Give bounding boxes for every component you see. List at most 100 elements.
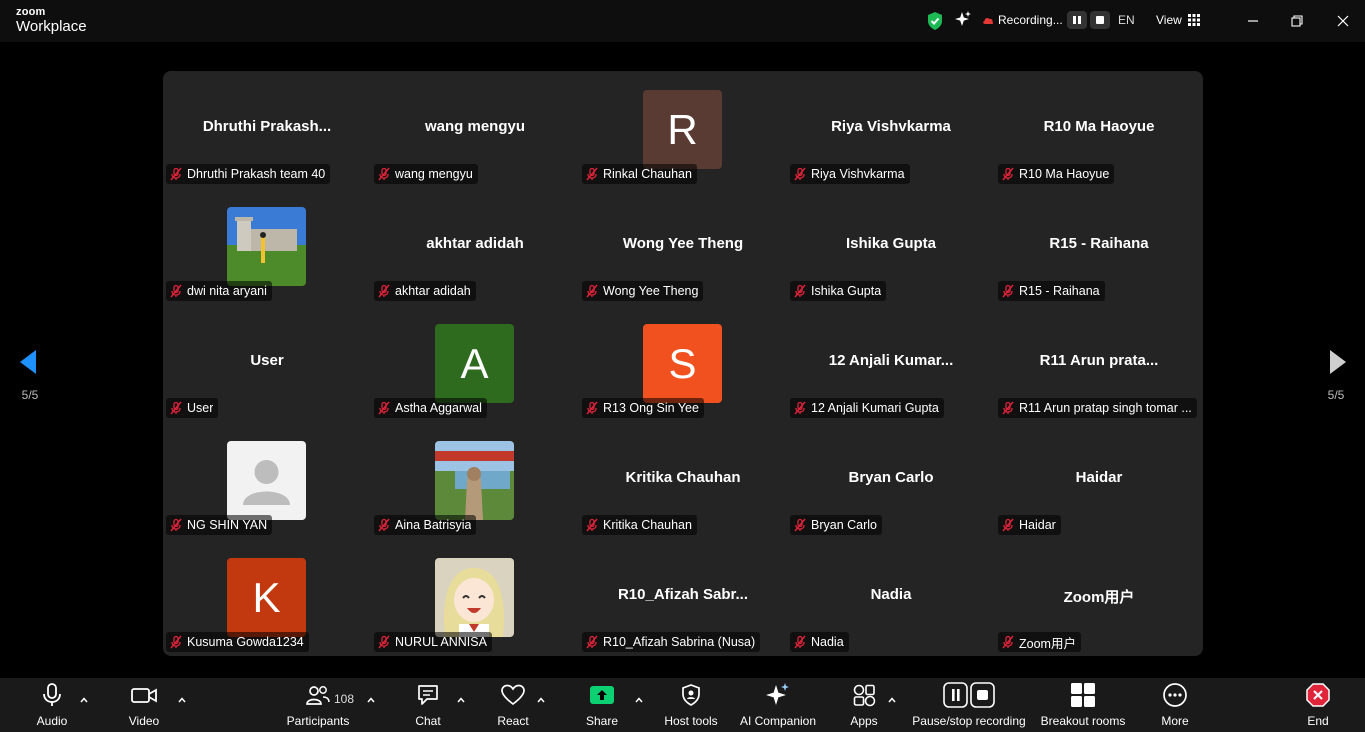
chat-options-chevron-icon[interactable] xyxy=(456,695,466,705)
participant-tile[interactable]: R15 - Raihana R15 - Raihana xyxy=(995,188,1203,305)
more-button[interactable]: More xyxy=(1153,678,1197,732)
encryption-shield-icon[interactable] xyxy=(926,11,944,36)
chat-button[interactable]: Chat xyxy=(406,678,450,732)
react-options-chevron-icon[interactable] xyxy=(536,695,546,705)
apps-label: Apps xyxy=(850,714,878,728)
view-button[interactable]: View xyxy=(1156,13,1200,27)
participant-tile[interactable]: S R13 Ong Sin Yee xyxy=(579,305,787,422)
ai-companion-button[interactable]: AI Companion xyxy=(736,678,820,732)
pause-stop-recording-icon xyxy=(943,682,995,708)
participant-name-bar: Kusuma Gowda1234 xyxy=(166,632,309,652)
grid-view-icon xyxy=(1187,14,1200,26)
participant-tile[interactable]: K Kusuma Gowda1234 xyxy=(163,539,371,656)
participant-display-name: Dhruthi Prakash... xyxy=(202,118,332,135)
recording-indicator[interactable]: Recording... xyxy=(982,13,1063,27)
next-page-arrow-icon[interactable] xyxy=(1328,348,1348,376)
participant-tile[interactable]: NG SHIN YAN xyxy=(163,422,371,539)
apps-button[interactable]: Apps xyxy=(842,678,886,732)
react-button[interactable]: React xyxy=(491,678,535,732)
participant-display-name: User xyxy=(250,352,284,369)
participant-tile[interactable]: R Rinkal Chauhan xyxy=(579,71,787,188)
participant-name-bar: R11 Arun pratap singh tomar ... xyxy=(998,398,1197,418)
muted-microphone-icon xyxy=(169,518,183,532)
muted-microphone-icon xyxy=(377,167,391,181)
pause-stop-recording-button[interactable]: Pause/stop recording xyxy=(910,678,1028,732)
end-label: End xyxy=(1307,714,1329,728)
close-window-button[interactable] xyxy=(1332,10,1354,32)
breakout-rooms-label: Breakout rooms xyxy=(1040,714,1126,728)
end-meeting-button[interactable]: End xyxy=(1296,678,1340,732)
participant-tile[interactable]: Zoom用户 Zoom用户 xyxy=(995,539,1203,656)
participant-tile[interactable]: Aina Batrisyia xyxy=(371,422,579,539)
participant-name: Nadia xyxy=(811,635,844,649)
participant-tile[interactable]: Wong Yee Theng Wong Yee Theng xyxy=(579,188,787,305)
stop-recording-icon[interactable] xyxy=(1090,11,1110,29)
minimize-button[interactable] xyxy=(1242,10,1264,32)
participants-options-chevron-icon[interactable] xyxy=(366,695,376,705)
participant-tile[interactable]: Ishika Gupta Ishika Gupta xyxy=(787,188,995,305)
participant-name: Dhruthi Prakash team 40 xyxy=(187,167,326,181)
participant-avatar: K xyxy=(227,558,306,637)
participant-tile[interactable]: Nadia Nadia xyxy=(787,539,995,656)
page-indicator-right: 5/5 xyxy=(1327,388,1345,402)
participant-tile[interactable]: R10_Afizah Sabr... R10_Afizah Sabrina (Nu… xyxy=(579,539,787,656)
share-options-chevron-icon[interactable] xyxy=(634,695,644,705)
participant-name-bar: R15 - Raihana xyxy=(998,281,1105,301)
participant-name-bar: User xyxy=(166,398,219,418)
participant-tile[interactable]: 12 Anjali Kumar... 12 Anjali Kumari Gupta xyxy=(787,305,995,422)
next-page-nav[interactable]: 5/5 xyxy=(1306,318,1365,408)
muted-microphone-icon xyxy=(793,518,807,532)
participant-name-bar: NURUL ANNISA xyxy=(374,632,492,652)
participant-name-bar: Ishika Gupta xyxy=(790,281,887,301)
participant-name: Bryan Carlo xyxy=(811,518,877,532)
restore-icon xyxy=(1291,15,1303,27)
participant-tile[interactable]: Dhruthi Prakash... Dhruthi Prakash team 4… xyxy=(163,71,371,188)
previous-page-arrow-icon[interactable] xyxy=(18,348,38,376)
participant-tile[interactable]: User User xyxy=(163,305,371,422)
language-indicator[interactable]: EN xyxy=(1118,13,1135,27)
participant-tile[interactable]: A Astha Aggarwal xyxy=(371,305,579,422)
participant-name-bar: R10 Ma Haoyue xyxy=(998,164,1115,184)
participant-tile[interactable]: NURUL ANNISA xyxy=(371,539,579,656)
page-indicator-left: 5/5 xyxy=(21,388,39,402)
participant-tile[interactable]: R11 Arun prata... R11 Arun pratap singh t… xyxy=(995,305,1203,422)
participant-tile[interactable]: dwi nita aryani xyxy=(163,188,371,305)
share-screen-icon xyxy=(590,686,614,704)
audio-button[interactable]: Audio xyxy=(30,678,74,732)
muted-microphone-icon xyxy=(793,284,807,298)
host-tools-button[interactable]: Host tools xyxy=(660,678,722,732)
breakout-rooms-button[interactable]: Breakout rooms xyxy=(1040,678,1126,732)
participant-tile[interactable]: Bryan Carlo Bryan Carlo xyxy=(787,422,995,539)
audio-options-chevron-icon[interactable] xyxy=(79,695,89,705)
participants-icon xyxy=(306,686,330,705)
participant-tile[interactable]: R10 Ma Haoyue R10 Ma Haoyue xyxy=(995,71,1203,188)
participant-gallery: Dhruthi Prakash... Dhruthi Prakash team 4… xyxy=(163,71,1203,656)
participant-name-bar: Astha Aggarwal xyxy=(374,398,487,418)
restore-button[interactable] xyxy=(1286,10,1308,32)
apps-options-chevron-icon[interactable] xyxy=(887,695,897,705)
participant-tile[interactable]: Kritika Chauhan Kritika Chauhan xyxy=(579,422,787,539)
participant-name-bar: Haidar xyxy=(998,515,1061,535)
participant-tile[interactable]: akhtar adidah akhtar adidah xyxy=(371,188,579,305)
participant-name-bar: dwi nita aryani xyxy=(166,281,272,301)
participant-name: Riya Vishvkarma xyxy=(811,167,905,181)
participant-name-bar: 12 Anjali Kumari Gupta xyxy=(790,398,944,418)
participant-name: Astha Aggarwal xyxy=(395,401,482,415)
title-bar: zoom Workplace Recording... EN View xyxy=(0,0,1365,42)
participant-display-name: Riya Vishvkarma xyxy=(831,118,951,135)
participant-avatar: A xyxy=(435,324,514,403)
participant-profile-photo xyxy=(435,558,514,637)
share-button[interactable]: Share xyxy=(580,678,624,732)
participant-tile[interactable]: Haidar Haidar xyxy=(995,422,1203,539)
participant-tile[interactable]: wang mengyu wang mengyu xyxy=(371,71,579,188)
video-button[interactable]: Video xyxy=(122,678,166,732)
previous-page-nav[interactable]: 5/5 xyxy=(0,318,60,408)
participant-display-name: Haidar xyxy=(1075,469,1123,486)
muted-microphone-icon xyxy=(377,635,391,649)
pause-recording-icon[interactable] xyxy=(1067,11,1087,29)
ai-sparkle-icon[interactable] xyxy=(953,10,973,35)
video-options-chevron-icon[interactable] xyxy=(177,695,187,705)
participant-display-name: Nadia xyxy=(870,586,912,603)
participant-tile[interactable]: Riya Vishvkarma Riya Vishvkarma xyxy=(787,71,995,188)
cloud-record-icon xyxy=(983,17,994,24)
